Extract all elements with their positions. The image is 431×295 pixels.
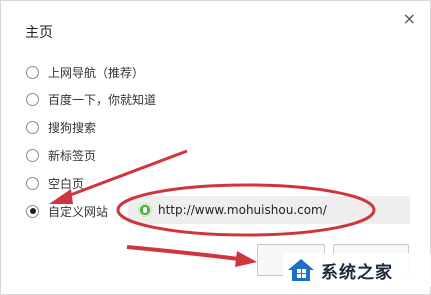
radio-button[interactable]	[26, 176, 39, 190]
dialog-title: 主页	[25, 25, 53, 41]
green-leaf-icon	[138, 203, 152, 217]
watermark-logo: 系统之家	[283, 253, 431, 287]
option-label: 百度一下，你就知道	[48, 92, 157, 107]
option-label: 自定义网站	[48, 204, 109, 219]
custom-url-value: http://www.mohuishou.com/	[158, 203, 327, 217]
radio-button-selected[interactable]	[26, 204, 39, 218]
radio-button[interactable]	[26, 65, 39, 79]
option-nav-recommended[interactable]: 上网导航（推荐）	[26, 62, 144, 82]
option-label: 新标签页	[48, 148, 97, 163]
option-custom-site[interactable]: 自定义网站	[26, 201, 108, 221]
radio-button[interactable]	[26, 92, 39, 106]
option-label: 空白页	[48, 176, 85, 191]
option-blank-page[interactable]: 空白页	[26, 173, 84, 193]
watermark-text: 系统之家	[321, 262, 393, 283]
house-logo-icon	[288, 259, 314, 281]
option-label: 搜狗搜索	[48, 120, 97, 135]
option-sogou[interactable]: 搜狗搜索	[26, 117, 96, 137]
option-new-tab[interactable]: 新标签页	[26, 145, 96, 165]
arrow-head	[235, 251, 257, 267]
close-icon[interactable]: ×	[403, 11, 416, 27]
option-baidu[interactable]: 百度一下，你就知道	[26, 89, 156, 109]
arrow-to-confirm-button	[126, 245, 240, 261]
radio-button[interactable]	[26, 120, 39, 134]
homepage-settings-dialog: 主页 × 上网导航（推荐） 百度一下，你就知道 搜狗搜索 新标签页 空白页 自定…	[0, 0, 431, 295]
radio-button[interactable]	[26, 148, 39, 162]
custom-url-input[interactable]: http://www.mohuishou.com/	[128, 196, 410, 224]
option-label: 上网导航（推荐）	[48, 65, 145, 80]
